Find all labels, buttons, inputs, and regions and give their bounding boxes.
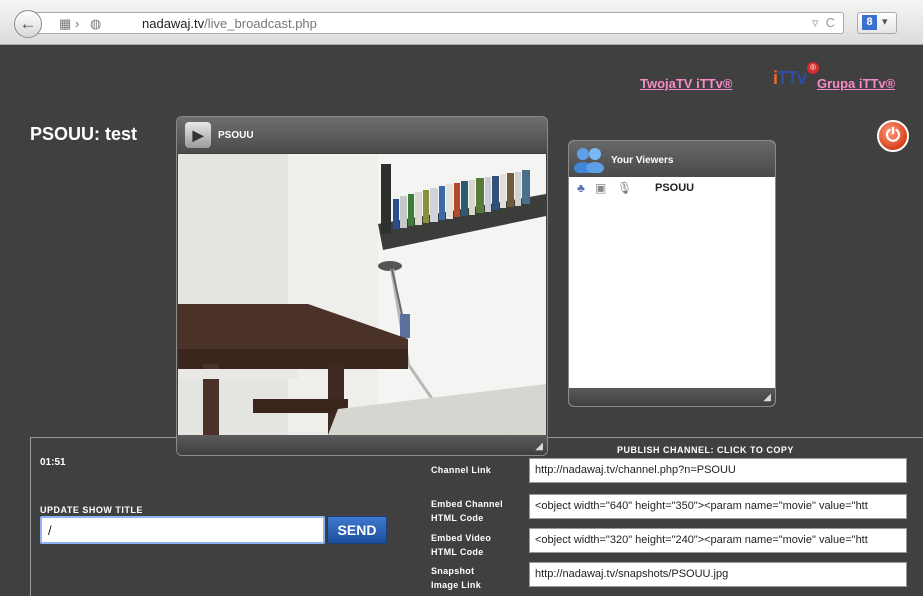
video-panel: ▶ PSOUU ◢ bbox=[176, 116, 548, 456]
address-bar[interactable]: ▦ › ◍ nadawaj.tv/live_broadcast.php ▿ C bbox=[34, 12, 844, 34]
logo-text: iTTv bbox=[773, 68, 807, 89]
header-links: TwojaTV iTTv® iTTv ® Grupa iTTv® bbox=[640, 62, 923, 102]
embed-video-field[interactable]: <object width="320" height="240"><param … bbox=[529, 528, 907, 553]
caret-down-icon: ▾ bbox=[882, 16, 888, 28]
user-icon: ♣ bbox=[577, 181, 585, 195]
twojatv-link[interactable]: TwojaTV iTTv® bbox=[640, 76, 732, 91]
embed-channel-label-line2: HTML Code bbox=[431, 513, 484, 523]
search-engine-button[interactable]: 8 ▾ bbox=[857, 12, 897, 34]
viewers-footer: ◢ bbox=[569, 388, 775, 406]
logo-text-ttv: TTv bbox=[777, 68, 807, 88]
channel-link-label: Channel Link bbox=[431, 465, 492, 475]
back-button[interactable]: ← bbox=[14, 10, 42, 38]
globe-icon: ◍ bbox=[90, 16, 102, 31]
browser-toolbar: ▦ › ◍ nadawaj.tv/live_broadcast.php ▿ C … bbox=[0, 0, 923, 45]
embed-video-label: Embed Video HTML Code bbox=[431, 531, 491, 559]
broadcast-timer: 01:51 bbox=[40, 457, 66, 468]
viewers-header: Your Viewers bbox=[569, 141, 775, 177]
video-footer: ◢ bbox=[177, 435, 547, 455]
resize-grip-icon[interactable]: ◢ bbox=[535, 441, 543, 452]
url-host: nadawaj.tv bbox=[142, 16, 205, 31]
url-path: /live_broadcast.php bbox=[204, 16, 317, 31]
update-title-label: UPDATE SHOW TITLE bbox=[40, 505, 143, 515]
snapshot-label-line2: Image Link bbox=[431, 580, 482, 590]
url-text[interactable]: nadawaj.tv/live_broadcast.php bbox=[142, 16, 317, 31]
snapshot-label: Snapshot Image Link bbox=[431, 564, 481, 592]
bookmarks-icon[interactable]: ▦ bbox=[59, 16, 71, 32]
page-title: PSOUU: test bbox=[30, 124, 138, 144]
embed-video-label-line2: HTML Code bbox=[431, 547, 484, 557]
publish-title: PUBLISH CHANNEL: CLICK TO COPY bbox=[617, 445, 794, 455]
viewers-title: Your Viewers bbox=[611, 155, 674, 166]
users-icon bbox=[574, 148, 604, 173]
dropdown-arrow-icon[interactable]: ▿ bbox=[812, 15, 819, 30]
webcam-icon: ▣ bbox=[595, 181, 607, 195]
embed-video-label-line1: Embed Video bbox=[431, 533, 492, 543]
embed-channel-label-line1: Embed Channel bbox=[431, 499, 503, 509]
back-arrow-icon: ← bbox=[19, 14, 37, 33]
grupa-link[interactable]: Grupa iTTv® bbox=[817, 76, 895, 91]
show-title-input[interactable] bbox=[40, 516, 325, 544]
viewer-row[interactable]: ♣ ▣ 🎙 PSOUU bbox=[575, 181, 755, 199]
embed-channel-label: Embed Channel HTML Code bbox=[431, 497, 503, 525]
resize-grip-icon[interactable]: ◢ bbox=[763, 392, 771, 403]
viewer-name: PSOUU bbox=[655, 182, 695, 194]
google-plus-icon: 8 bbox=[862, 15, 877, 30]
webcam-scene bbox=[178, 154, 546, 435]
url-actions: ▿ C bbox=[812, 15, 835, 31]
embed-channel-field[interactable]: <object width="640" height="350"><param … bbox=[529, 494, 907, 519]
power-icon[interactable]: ⏻ bbox=[877, 120, 909, 152]
webcam-video-feed[interactable] bbox=[178, 154, 546, 435]
video-channel-label: PSOUU bbox=[218, 130, 254, 141]
video-header: ▶ PSOUU bbox=[177, 117, 547, 153]
camera-icon: ▶ bbox=[185, 122, 211, 148]
reload-icon[interactable]: C bbox=[826, 15, 835, 30]
snapshot-field[interactable]: http://nadawaj.tv/snapshots/PSOUU.jpg bbox=[529, 562, 907, 587]
send-button[interactable]: SEND bbox=[327, 516, 387, 544]
chevron-right-icon: › bbox=[75, 16, 80, 31]
viewers-panel: Your Viewers ♣ ▣ 🎙 PSOUU ◢ bbox=[568, 140, 776, 407]
microphone-icon: 🎙 bbox=[617, 181, 633, 195]
snapshot-label-line1: Snapshot bbox=[431, 566, 475, 576]
channel-link-field[interactable]: http://nadawaj.tv/channel.php?n=PSOUU bbox=[529, 458, 907, 483]
ittv-logo[interactable]: iTTv ® bbox=[773, 62, 821, 96]
registered-icon: ® bbox=[807, 62, 819, 74]
